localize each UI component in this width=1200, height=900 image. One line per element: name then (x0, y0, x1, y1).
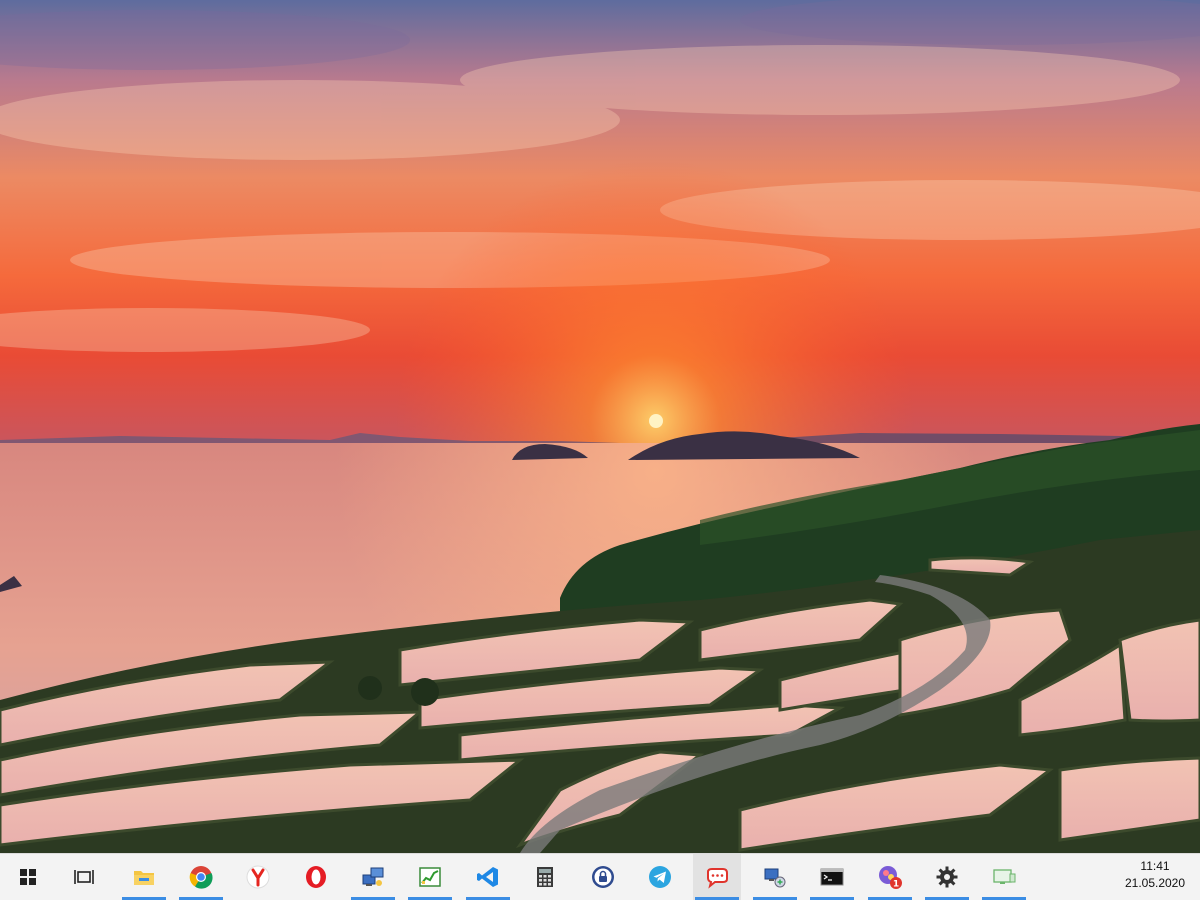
taskbar-app-chrome[interactable] (177, 854, 225, 900)
start-button[interactable] (4, 854, 52, 900)
taskbar-app-remote-desktop[interactable] (349, 854, 397, 900)
taskbar-app-task-manager[interactable] (406, 854, 454, 900)
windows-logo-icon (20, 869, 36, 885)
taskbar-app-vpn[interactable] (579, 854, 627, 900)
task-manager-icon (419, 867, 441, 887)
taskbar-app-file-explorer[interactable] (120, 854, 168, 900)
desktop-wallpaper (0, 0, 1200, 853)
task-view-button[interactable] (60, 854, 108, 900)
messenger-badge-icon: 1 (879, 866, 902, 890)
taskbar-app-telegram[interactable] (636, 854, 684, 900)
display-app-icon (993, 869, 1016, 884)
taskbar-app-display[interactable] (980, 854, 1028, 900)
chrome-icon (189, 866, 213, 889)
taskbar-app-settings[interactable] (923, 854, 971, 900)
telegram-icon (649, 866, 671, 888)
task-view-icon (74, 870, 94, 884)
clock-time: 11:41 (1140, 859, 1170, 873)
system-clock[interactable]: 11:41 21.05.2020 (1120, 858, 1190, 892)
taskbar-app-yandex-browser[interactable] (234, 854, 282, 900)
chat-app-icon (707, 868, 728, 889)
taskbar-app-messenger[interactable]: 1 (866, 854, 914, 900)
taskbar: 1 11:41 21.05.2020 (0, 853, 1200, 900)
clock-date: 21.05.2020 (1124, 876, 1186, 890)
vpn-lock-icon (592, 866, 614, 888)
taskbar-app-command-prompt[interactable] (808, 854, 856, 900)
network-app-icon (764, 868, 786, 888)
taskbar-app-vscode[interactable] (464, 854, 512, 900)
sunset-rice-terraces-wallpaper (0, 0, 1200, 853)
taskbar-app-network[interactable] (751, 854, 799, 900)
taskbar-app-opera[interactable] (292, 854, 340, 900)
file-explorer-icon (134, 871, 154, 885)
vscode-icon (477, 867, 498, 887)
notification-badge: 1 (893, 880, 899, 890)
settings-gear-icon (936, 866, 958, 888)
command-prompt-icon (820, 868, 844, 886)
remote-desktop-icon (362, 867, 384, 886)
yandex-browser-icon (246, 865, 270, 889)
taskbar-app-calculator[interactable] (521, 854, 569, 900)
opera-icon (306, 866, 326, 888)
calculator-icon (537, 867, 553, 887)
taskbar-app-chat[interactable] (693, 854, 741, 900)
